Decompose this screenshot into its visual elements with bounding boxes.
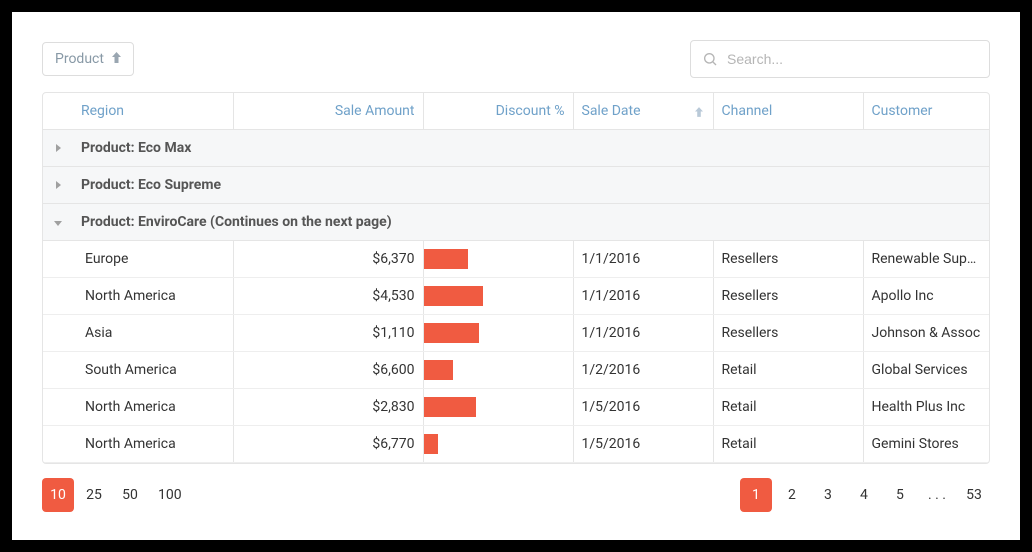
table-row[interactable]: South America$6,600 1/2/2016RetailGlobal … (43, 352, 989, 389)
table-row[interactable]: Europe$6,370 1/1/2016ResellersRenewable S… (43, 241, 989, 278)
cell-customer: Renewable Supplies (863, 241, 989, 278)
cell-region: North America (43, 278, 233, 315)
cell-region: Asia (43, 315, 233, 352)
cell-sale-date: 1/5/2016 (573, 426, 713, 463)
discount-bar (424, 249, 469, 269)
col-discount-pct[interactable]: Discount % (423, 93, 573, 130)
group-header-row[interactable]: Product: EnviroCare (Continues on the ne… (43, 204, 989, 241)
page-size-selector: 102550100 (42, 478, 190, 512)
cell-channel: Resellers (713, 315, 863, 352)
cell-region: North America (43, 426, 233, 463)
col-sale-amount[interactable]: Sale Amount (233, 93, 423, 130)
cell-customer: Health Plus Inc (863, 389, 989, 426)
group-by-chip[interactable]: Product (42, 42, 134, 76)
chevron-right-icon[interactable] (56, 144, 61, 152)
page-size-option[interactable]: 50 (114, 478, 146, 512)
discount-bar (424, 323, 479, 343)
table-row[interactable]: North America$4,530 1/1/2016ResellersApol… (43, 278, 989, 315)
table-row[interactable]: Asia$1,110 1/1/2016ResellersJohnson & Ass… (43, 315, 989, 352)
discount-bar (424, 360, 454, 380)
cell-sale-date: 1/1/2016 (573, 241, 713, 278)
cell-sale-date: 1/1/2016 (573, 278, 713, 315)
col-expand (43, 93, 73, 130)
cell-channel: Retail (713, 389, 863, 426)
group-label: Product: EnviroCare (Continues on the ne… (73, 204, 989, 241)
col-customer[interactable]: Customer (863, 93, 989, 130)
cell-discount-bar (423, 315, 573, 352)
page-ellipsis: . . . (920, 478, 954, 512)
cell-sale-amount: $6,370 (233, 241, 423, 278)
group-label: Product: Eco Supreme (73, 167, 989, 204)
cell-customer: Gemini Stores (863, 426, 989, 463)
search-icon (702, 51, 718, 67)
cell-customer: Global Services (863, 352, 989, 389)
cell-channel: Resellers (713, 241, 863, 278)
group-by-label: Product (55, 51, 104, 67)
discount-bar (424, 434, 439, 454)
chevron-right-icon[interactable] (56, 181, 61, 189)
table-row[interactable]: North America$6,770 1/5/2016RetailGemini … (43, 426, 989, 463)
cell-discount-bar (423, 389, 573, 426)
page-size-option[interactable]: 10 (42, 478, 74, 512)
page-navigator: 12345. . .53 (740, 478, 990, 512)
page-number[interactable]: 2 (776, 478, 808, 512)
cell-customer: Apollo Inc (863, 278, 989, 315)
page-number[interactable]: 4 (848, 478, 880, 512)
cell-sale-amount: $2,830 (233, 389, 423, 426)
cell-channel: Resellers (713, 278, 863, 315)
data-grid: Region Sale Amount Discount % Sale Date … (42, 92, 990, 464)
cell-region: Europe (43, 241, 233, 278)
cell-discount-bar (423, 426, 573, 463)
page-size-option[interactable]: 100 (150, 478, 190, 512)
cell-channel: Retail (713, 426, 863, 463)
group-header-row[interactable]: Product: Eco Max (43, 130, 989, 167)
cell-channel: Retail (713, 352, 863, 389)
cell-sale-amount: $6,600 (233, 352, 423, 389)
col-region[interactable]: Region (73, 93, 233, 130)
cell-sale-amount: $1,110 (233, 315, 423, 352)
page-number[interactable]: 3 (812, 478, 844, 512)
col-channel[interactable]: Channel (713, 93, 863, 130)
page-size-option[interactable]: 25 (78, 478, 110, 512)
arrow-up-icon (695, 105, 703, 121)
cell-sale-amount: $4,530 (233, 278, 423, 315)
arrow-up-icon (112, 51, 121, 67)
group-header-row[interactable]: Product: Eco Supreme (43, 167, 989, 204)
cell-sale-amount: $6,770 (233, 426, 423, 463)
cell-sale-date: 1/2/2016 (573, 352, 713, 389)
page-number[interactable]: 1 (740, 478, 772, 512)
cell-discount-bar (423, 352, 573, 389)
discount-bar (424, 397, 476, 417)
cell-discount-bar (423, 278, 573, 315)
col-sale-date[interactable]: Sale Date (573, 93, 713, 130)
group-label: Product: Eco Max (73, 130, 989, 167)
cell-region: North America (43, 389, 233, 426)
discount-bar (424, 286, 484, 306)
cell-sale-date: 1/1/2016 (573, 315, 713, 352)
page-number[interactable]: 53 (958, 478, 990, 512)
cell-discount-bar (423, 241, 573, 278)
chevron-down-icon[interactable] (54, 221, 62, 226)
page-number[interactable]: 5 (884, 478, 916, 512)
cell-region: South America (43, 352, 233, 389)
cell-sale-date: 1/5/2016 (573, 389, 713, 426)
table-row[interactable]: North America$2,830 1/5/2016RetailHealth … (43, 389, 989, 426)
search-input[interactable] (690, 40, 990, 78)
cell-customer: Johnson & Assoc (863, 315, 989, 352)
